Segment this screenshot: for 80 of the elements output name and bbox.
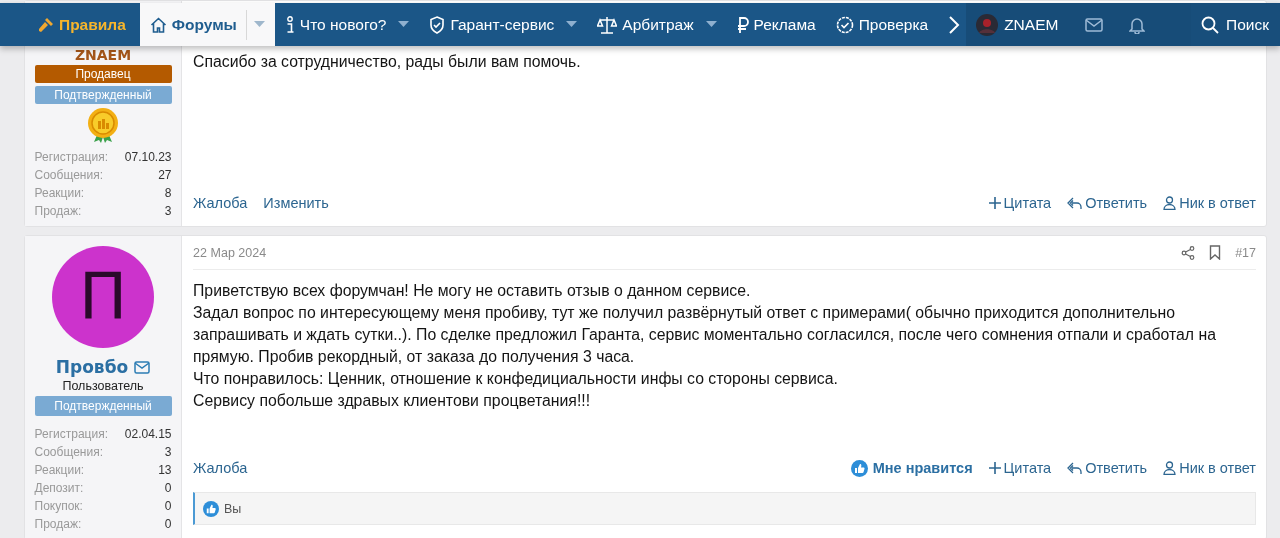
action-link[interactable]: Ник в ответ (1163, 195, 1256, 211)
message-text: Что понравилось: Ценник, отношение к конфедициальности инфы со стороны сервиса. (193, 369, 839, 389)
nav-tab[interactable]: Реклама (726, 3, 826, 46)
nav-tab[interactable]: Проверка (825, 3, 939, 46)
search-icon (1201, 15, 1220, 34)
username-link[interactable]: Провбо (55, 358, 129, 376)
caret-icon[interactable] (398, 21, 410, 28)
post-number[interactable]: #17 (1235, 245, 1256, 260)
chevron-right-icon[interactable] (948, 14, 961, 35)
plus-icon (988, 197, 1001, 209)
stat-label: Реакции: (34, 185, 85, 202)
reactions-bar[interactable]: Вы (193, 492, 1256, 525)
action-link[interactable]: Цитата (988, 459, 1052, 477)
username-link[interactable]: ZNAEM (74, 48, 132, 62)
action-link[interactable]: Ник в ответ (1163, 459, 1256, 477)
user-banner: Подтвержденный (34, 86, 172, 104)
mail-icon[interactable] (1085, 17, 1104, 32)
thumbs-up-icon (203, 500, 219, 517)
scales-icon (597, 15, 618, 34)
reply-icon (1067, 461, 1083, 475)
stat-value: 0 (164, 480, 172, 497)
stat-value: 27 (158, 167, 172, 184)
user-menu[interactable]: ZNAEM (966, 3, 1073, 46)
hammer-icon (38, 16, 54, 33)
stat-label: Сообщения: (34, 444, 103, 461)
stat-value: 07.10.23 (124, 149, 172, 166)
reply-icon (1067, 196, 1083, 210)
reactions-text: Вы (224, 501, 242, 516)
caret-icon[interactable] (705, 21, 717, 28)
user-banner: Подтвержденный (34, 396, 172, 416)
shield-icon (429, 15, 446, 34)
avatar[interactable]: П (52, 246, 154, 348)
user-banner: Продавец (34, 65, 172, 83)
stat-label: Депозит: (34, 480, 84, 497)
badge-check-icon (835, 15, 854, 34)
user-icon (1163, 196, 1177, 210)
bookmark-icon[interactable] (1209, 245, 1222, 260)
nav-tab[interactable]: Арбитраж (587, 3, 727, 46)
nav-tab[interactable]: Правила (30, 3, 140, 46)
home-icon (149, 16, 167, 33)
bell-icon[interactable] (1129, 15, 1146, 34)
action-link[interactable]: Мне нравится (850, 459, 973, 477)
stat-value: 0 (164, 516, 172, 533)
stat-value: 8 (164, 185, 172, 202)
stat-label: Регистрация: (34, 149, 108, 166)
message-text: Приветствую всех форумчан! Не могу не оставить отзыв о данном сервисе. (193, 281, 752, 301)
action-link[interactable]: Жалоба (193, 460, 248, 476)
nav-tab[interactable]: Форумы (139, 3, 275, 46)
post-date[interactable]: 22 Мар 2024 (193, 245, 267, 260)
info-icon (284, 15, 295, 34)
message-text: Спасибо за сотрудничество, рады были вам помочь. (193, 52, 582, 72)
caret-icon[interactable] (566, 21, 578, 28)
message-text: Задал вопрос по интересующему меня пробиву, тут же получил развёрнутый ответ с примерами( обычно приходится дополнительно запрашивать и ждать сутки..). По сделке предложил Гаранта, сервис моментально согласился, после чего сомнения отпали и сработал на прямую. Пробив рекордный, от заказа до получения 3 часа. (193, 303, 1217, 367)
message-text: Сервису побольше здравых клиентови процветания!!! (193, 391, 592, 411)
stat-label: Продаж: (34, 203, 82, 220)
ruble-icon (736, 15, 749, 34)
stat-value: 0 (164, 498, 172, 515)
nav-tab[interactable]: Гарант-сервис (419, 3, 588, 46)
thumbs-up-icon (850, 459, 868, 477)
stat-label: Продаж: (34, 516, 82, 533)
user-icon (1163, 461, 1177, 475)
action-link[interactable]: Цитата (988, 195, 1052, 211)
action-link[interactable]: Жалоба (193, 195, 248, 211)
mail-icon[interactable] (134, 360, 151, 374)
stat-value: 02.04.15 (124, 426, 172, 443)
action-link[interactable]: Ответить (1067, 459, 1148, 477)
nav-tab[interactable]: Что нового? (274, 3, 420, 46)
stat-label: Сообщения: (34, 167, 103, 184)
stat-value: 3 (164, 203, 172, 220)
action-link[interactable]: Изменить (263, 195, 329, 211)
user-title: Пользователь (62, 379, 144, 393)
stat-label: Реакции: (34, 462, 85, 479)
share-icon[interactable] (1181, 245, 1196, 260)
stat-label: Покупок: (34, 498, 83, 515)
stat-value: 3 (164, 444, 172, 461)
plus-icon (988, 462, 1001, 474)
avatar-icon (976, 13, 999, 36)
stat-value: 13 (158, 462, 172, 479)
action-link[interactable]: Ответить (1067, 195, 1148, 211)
stat-label: Регистрация: (34, 426, 108, 443)
